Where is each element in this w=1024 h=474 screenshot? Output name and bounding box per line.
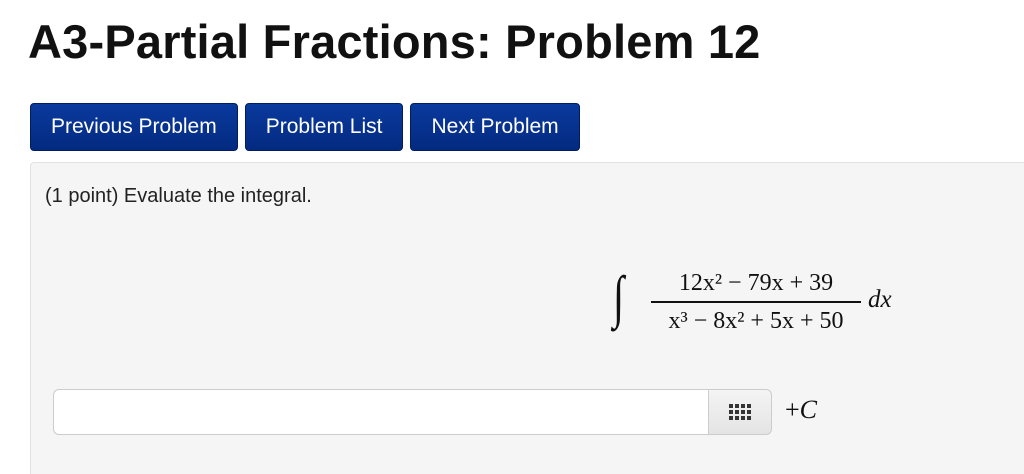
page-title: A3-Partial Fractions: Problem 12 <box>28 15 761 68</box>
problem-nav: Previous Problem Problem List Next Probl… <box>30 103 580 151</box>
integral-sign: ∫ <box>613 264 625 329</box>
constant-of-integration: +C <box>785 395 817 425</box>
problem-list-button[interactable]: Problem List <box>244 103 404 151</box>
fraction-denominator: x³ − 8x² + 5x + 50 <box>668 307 844 334</box>
previous-problem-button[interactable]: Previous Problem <box>30 103 238 151</box>
page: A3-Partial Fractions: Problem 12 Previou… <box>0 0 1024 474</box>
next-problem-button[interactable]: Next Problem <box>410 103 580 151</box>
fraction: 12x² − 79x + 39 x³ − 8x² + 5x + 50 <box>651 269 861 335</box>
constant-c: C <box>799 395 818 424</box>
math-keypad-button[interactable] <box>708 389 772 435</box>
problem-panel: (1 point) Evaluate the integral. ∫ 12x² … <box>30 162 1024 474</box>
problem-prompt: (1 point) Evaluate the integral. <box>45 185 312 207</box>
plus-sign: + <box>785 395 800 424</box>
differential: dx <box>868 286 892 313</box>
fraction-bar <box>651 301 861 303</box>
grid-icon <box>729 404 751 420</box>
fraction-numerator: 12x² − 79x + 39 <box>678 270 834 296</box>
answer-input[interactable] <box>53 389 709 435</box>
